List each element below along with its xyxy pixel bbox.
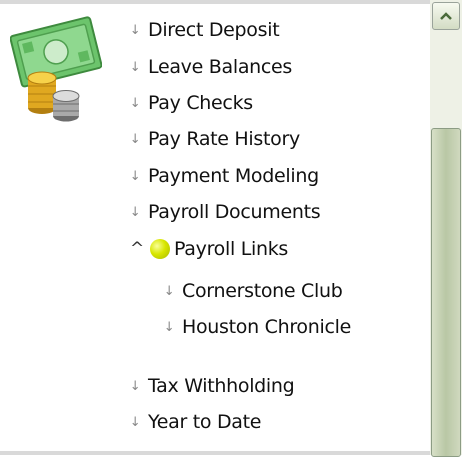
money-icon [10,16,102,122]
menu-item-label: Year to Date [148,411,262,433]
arrow-down-icon: ↓ [129,414,141,430]
menu-item-pay-checks[interactable]: ↓ Pay Checks [128,89,253,117]
menu-item-tax-withholding[interactable]: ↓ Tax Withholding [128,372,295,400]
menu-item-payment-modeling[interactable]: ↓ Payment Modeling [128,162,319,190]
yellow-dot-icon [150,239,170,259]
menu-item-label: Leave Balances [148,56,293,78]
chevron-up-icon [440,12,452,20]
payroll-menu-panel: ↓ Direct Deposit ↓ Leave Balances ↓ Pay … [0,0,430,455]
menu-item-label: Payment Modeling [148,165,319,187]
menu-item-houston-chronicle[interactable]: ↓ Houston Chronicle [162,313,352,341]
arrow-down-icon: ↓ [163,319,175,335]
arrow-down-icon: ↓ [129,168,141,184]
caret-up-icon: ^ [130,239,144,259]
arrow-down-icon: ↓ [129,59,141,75]
menu-item-leave-balances[interactable]: ↓ Leave Balances [128,53,293,81]
menu-item-label: Cornerstone Club [182,280,343,302]
arrow-down-icon: ↓ [129,378,141,394]
arrow-down-icon: ↓ [163,283,175,299]
menu-item-pay-rate-history[interactable]: ↓ Pay Rate History [128,125,301,153]
menu-item-label: Payroll Links [174,238,289,260]
menu-item-label: Tax Withholding [148,375,295,397]
menu-item-label: Direct Deposit [148,19,280,41]
arrow-down-icon: ↓ [129,22,141,38]
menu-item-year-to-date[interactable]: ↓ Year to Date [128,408,262,436]
menu-item-label: Pay Checks [148,92,253,114]
menu-item-payroll-links[interactable]: ^ Payroll Links [128,235,288,263]
menu-item-payroll-documents[interactable]: ↓ Payroll Documents [128,198,321,226]
vertical-scrollbar[interactable] [430,0,462,457]
menu-item-label: Payroll Documents [148,201,321,223]
menu-item-label: Houston Chronicle [182,316,351,338]
menu-item-direct-deposit[interactable]: ↓ Direct Deposit [128,16,280,44]
scroll-up-button[interactable] [432,2,460,30]
menu-item-cornerstone-club[interactable]: ↓ Cornerstone Club [162,277,343,305]
top-border [0,0,430,4]
arrow-down-icon: ↓ [129,204,141,220]
scroll-thumb[interactable] [431,128,461,457]
arrow-down-icon: ↓ [129,95,141,111]
bottom-border [0,451,430,455]
arrow-down-icon: ↓ [129,131,141,147]
menu-item-label: Pay Rate History [148,128,300,150]
